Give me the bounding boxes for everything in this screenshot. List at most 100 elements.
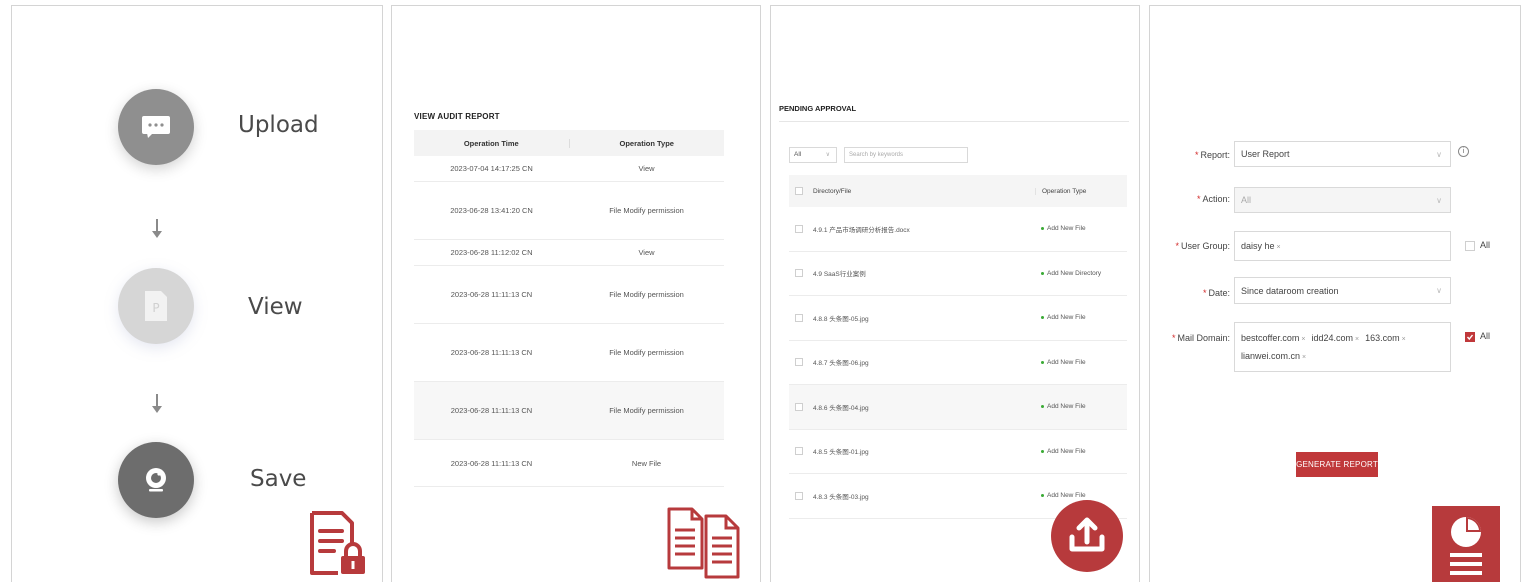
- mail-domain-tag[interactable]: bestcoffer.com ×: [1241, 333, 1305, 343]
- row-checkbox[interactable]: [795, 447, 803, 456]
- table-row[interactable]: 2023-06-28 11:12:02 CN View: [414, 240, 724, 266]
- column-directory-file[interactable]: Directory/File: [813, 188, 1035, 195]
- operation-time: 2023-06-28 13:41:20 CN: [450, 206, 533, 215]
- row-checkbox[interactable]: [795, 313, 803, 322]
- operation-time: 2023-06-28 11:11:13 CN: [450, 458, 533, 468]
- column-operation-type[interactable]: Operation Type: [1035, 187, 1127, 195]
- table-row[interactable]: 4.8.5 头条图-01.jpg Add New File: [789, 430, 1127, 474]
- filter-select-value: All: [794, 151, 802, 158]
- operation-type: Add New File: [1047, 403, 1086, 411]
- action-select-value: All: [1241, 195, 1252, 205]
- svg-text:P: P: [152, 301, 159, 315]
- row-checkbox[interactable]: [795, 402, 803, 411]
- remove-tag-icon[interactable]: ×: [1301, 336, 1305, 343]
- operation-type: Add New File: [1047, 447, 1086, 455]
- audit-report-panel: VIEW AUDIT REPORT Operation Time Operati…: [391, 5, 761, 582]
- workflow-panel: Upload P View Save: [11, 5, 383, 582]
- audit-report-title: VIEW AUDIT REPORT: [414, 112, 500, 121]
- user-group-all-label: All: [1480, 240, 1491, 250]
- file-name: 4.8.3 头条图-03.jpg: [813, 493, 869, 501]
- status-dot: [1041, 360, 1044, 364]
- status-dot: [1041, 271, 1044, 275]
- document-lock-icon: [310, 511, 365, 575]
- report-select[interactable]: User Report ∨: [1234, 141, 1451, 167]
- select-all-checkbox[interactable]: [795, 187, 803, 195]
- operation-time: 2023-06-28 11:11:13 CN: [450, 348, 533, 357]
- filter-select[interactable]: All ∨: [789, 147, 837, 163]
- chevron-down-icon: ∨: [1436, 149, 1442, 159]
- operation-type: File Modify permission: [609, 206, 684, 215]
- view-step-label: View: [248, 294, 303, 320]
- column-operation-time[interactable]: Operation Time: [414, 138, 570, 148]
- remove-tag-icon[interactable]: ×: [1277, 244, 1281, 251]
- user-group-tag[interactable]: daisy he ×: [1241, 241, 1281, 251]
- remove-tag-icon[interactable]: ×: [1302, 354, 1306, 361]
- chat-bubble-icon: [142, 116, 170, 138]
- mail-domain-label: * Mail Domain:: [1171, 333, 1230, 343]
- mail-domain-tag[interactable]: 163.com ×: [1365, 333, 1406, 343]
- mail-domain-tag[interactable]: lianwei.com.cn ×: [1241, 351, 1306, 361]
- operation-type: Add New File: [1047, 358, 1086, 366]
- upload-circle-icon: [1051, 500, 1123, 572]
- table-row[interactable]: 4.8.7 头条图-06.jpg Add New File: [789, 341, 1127, 385]
- operation-type: View: [638, 164, 655, 173]
- search-input[interactable]: Search by keywords: [844, 147, 968, 163]
- operation-type: File Modify permission: [609, 290, 684, 299]
- table-row[interactable]: 4.9 SaaS行业案例 Add New Directory: [789, 252, 1127, 296]
- row-checkbox[interactable]: [795, 224, 803, 233]
- table-row[interactable]: 2023-06-28 11:11:13 CN File Modify permi…: [414, 266, 724, 324]
- user-group-label: * User Group:: [1175, 241, 1230, 251]
- pending-table-header: Directory/File Operation Type: [789, 175, 1127, 207]
- operation-type: View: [638, 248, 655, 257]
- pending-approval-panel: PENDING APPROVAL All ∨ Search by keyword…: [770, 5, 1140, 582]
- column-operation-type[interactable]: Operation Type: [570, 139, 725, 148]
- user-group-all-checkbox[interactable]: [1465, 241, 1475, 251]
- user-group-input[interactable]: daisy he ×: [1234, 231, 1451, 261]
- report-select-value: User Report: [1241, 149, 1290, 159]
- chevron-down-icon: ∨: [1436, 195, 1442, 205]
- date-select[interactable]: Since dataroom creation ∨: [1234, 277, 1451, 304]
- table-row[interactable]: 4.9.1 产品市场调研分析报告.docx Add New File: [789, 207, 1127, 252]
- mail-domain-input[interactable]: bestcoffer.com × idd24.com × 163.com × lian…: [1234, 322, 1451, 372]
- operation-time: 2023-06-28 11:11:13 CN: [450, 290, 533, 299]
- table-row[interactable]: 4.8.8 头条图-05.jpg Add New File: [789, 296, 1127, 341]
- action-select[interactable]: All ∨: [1234, 187, 1451, 213]
- operation-time: 2023-06-28 11:11:13 CN: [450, 406, 533, 415]
- upload-step-label: Upload: [238, 112, 319, 138]
- status-dot: [1041, 449, 1044, 453]
- arrow-down-icon: [152, 394, 162, 413]
- row-checkbox[interactable]: [795, 269, 803, 278]
- table-row[interactable]: 2023-06-28 11:11:13 CN New File: [414, 440, 724, 487]
- upload-step-icon: [118, 89, 194, 165]
- document-p-icon: P: [145, 291, 167, 321]
- date-label: * Date:: [1202, 288, 1230, 298]
- documents-copy-icon: [667, 507, 740, 579]
- divider: [779, 121, 1129, 122]
- mail-domain-tag[interactable]: idd24.com ×: [1311, 333, 1359, 343]
- table-row[interactable]: 2023-07-04 14:17:25 CN View: [414, 156, 724, 182]
- table-row[interactable]: 2023-06-28 11:11:13 CN File Modify permi…: [414, 324, 724, 382]
- file-name: 4.8.6 头条图-04.jpg: [813, 404, 869, 412]
- status-dot: [1041, 405, 1044, 409]
- status-dot: [1041, 494, 1044, 498]
- file-name: 4.8.8 头条图-05.jpg: [813, 315, 869, 323]
- row-checkbox[interactable]: [795, 491, 803, 500]
- operation-type: File Modify permission: [609, 406, 684, 415]
- row-checkbox[interactable]: [795, 358, 803, 367]
- file-name: 4.9.1 产品市场调研分析报告.docx: [813, 226, 910, 234]
- date-select-value: Since dataroom creation: [1241, 285, 1339, 296]
- status-dot: [1041, 316, 1044, 320]
- table-row[interactable]: 2023-06-28 11:11:13 CN File Modify permi…: [414, 382, 724, 440]
- generate-report-button[interactable]: GENERATE REPORT: [1296, 452, 1378, 477]
- operation-type: Add New File: [1047, 314, 1086, 322]
- remove-tag-icon[interactable]: ×: [1402, 336, 1406, 343]
- file-name: 4.8.5 头条图-01.jpg: [813, 449, 869, 457]
- operation-type: Add New File: [1047, 225, 1086, 233]
- table-row[interactable]: 4.8.6 头条图-04.jpg Add New File: [789, 385, 1127, 430]
- remove-tag-icon[interactable]: ×: [1355, 336, 1359, 343]
- table-row[interactable]: 2023-06-28 13:41:20 CN File Modify permi…: [414, 182, 724, 240]
- camera-icon: [146, 468, 166, 492]
- mail-domain-all-checkbox[interactable]: [1465, 332, 1475, 342]
- operation-time: 2023-07-04 14:17:25 CN: [450, 164, 533, 173]
- info-icon[interactable]: i: [1458, 146, 1469, 157]
